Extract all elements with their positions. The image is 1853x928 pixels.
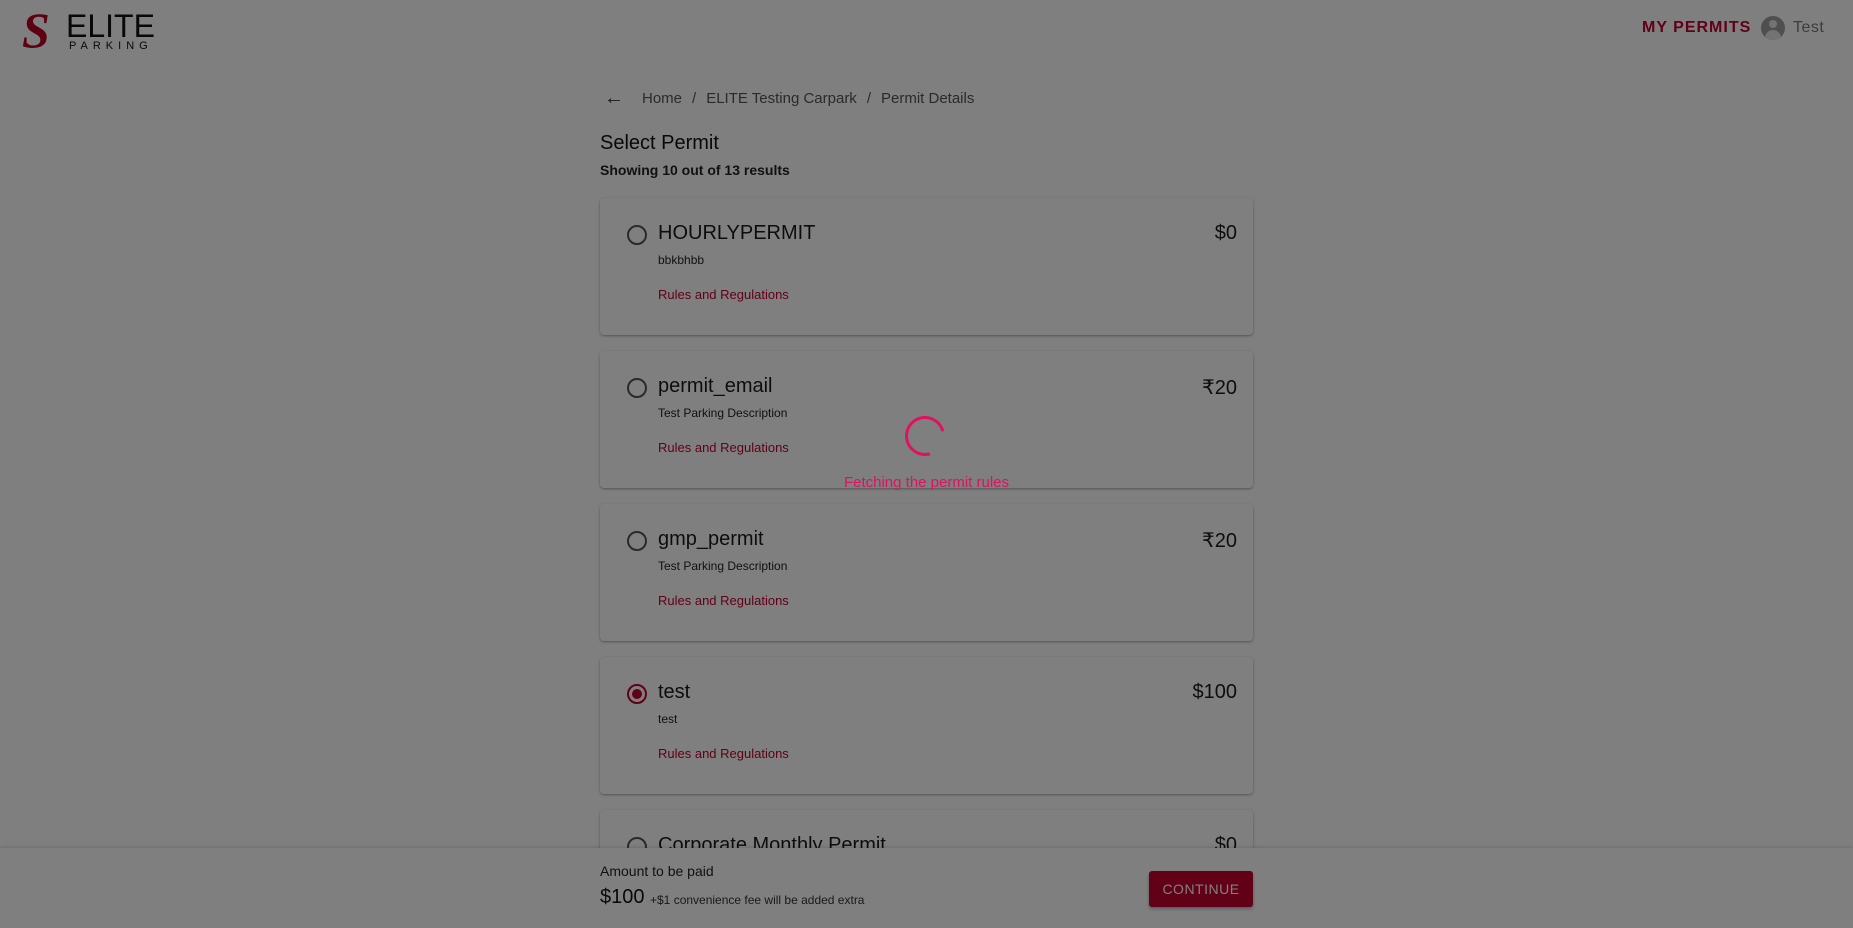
loading-spinner-icon	[897, 408, 953, 464]
loading-text: Fetching the permit rules	[843, 474, 1010, 491]
loading-overlay: Fetching the permit rules	[0, 0, 1853, 928]
